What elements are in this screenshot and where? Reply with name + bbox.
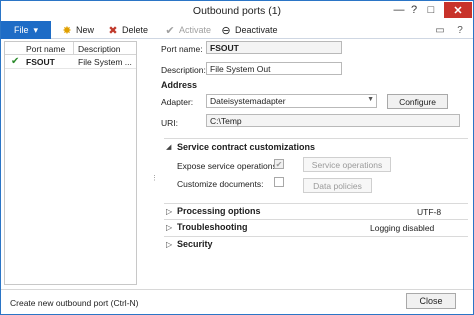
column-header-port-name[interactable]: Port name [26, 44, 65, 54]
file-menu-button[interactable]: File ▾ [1, 21, 51, 39]
expand-arrow-icon: ▷ [166, 207, 173, 216]
processing-options-title: Processing options [177, 206, 261, 216]
grid-header: Port name Description [5, 42, 136, 55]
collapse-arrow-icon[interactable]: ◢ [166, 143, 171, 151]
service-operations-button[interactable]: Service operations [303, 157, 391, 172]
table-row[interactable]: ✔ FSOUT File System ... [5, 55, 136, 69]
deactivate-label: Deactivate [235, 25, 278, 35]
column-header-description[interactable]: Description [78, 44, 121, 54]
deactivate-button[interactable]: ⊖ Deactivate [220, 23, 278, 37]
pane-splitter[interactable]: ⋮ [151, 175, 158, 191]
troubleshooting-summary: Logging disabled [370, 223, 435, 233]
active-check-icon: ✔ [11, 56, 20, 67]
activate-icon: ✔ [165, 24, 175, 37]
expose-operations-label: Expose service operations: [177, 161, 280, 171]
adapter-label: Adapter: [161, 97, 194, 107]
expand-arrow-icon: ▷ [166, 240, 173, 249]
troubleshooting-title: Troubleshooting [177, 222, 248, 232]
status-bar: Create new outbound port (Ctrl-N) Close [1, 289, 473, 314]
action-pane: File ▾ ✸ New ✖ Delete ✔ Activate ⊖ Deact… [1, 21, 473, 39]
deactivate-icon: ⊖ [221, 24, 231, 37]
ports-grid: Port name Description ✔ FSOUT File Syste… [4, 41, 137, 285]
close-button[interactable]: Close [406, 293, 456, 309]
fasttab-troubleshooting[interactable]: ▷ Troubleshooting Logging disabled [164, 219, 468, 235]
close-icon[interactable]: ✕ [444, 2, 472, 18]
outbound-ports-window: Outbound ports (1) — ? □ ✕ File ▾ ✸ New … [0, 0, 474, 315]
customize-documents-label: Customize documents: [177, 179, 264, 189]
processing-options-summary: UTF-8 [417, 207, 442, 217]
new-button[interactable]: ✸ New [61, 23, 94, 37]
description-label: Description: [161, 65, 206, 75]
delete-icon: ✖ [108, 24, 118, 37]
check-icon: ✔ [275, 159, 283, 169]
column-divider [73, 42, 74, 55]
expose-operations-checkbox[interactable]: ✔ [274, 159, 284, 169]
port-name-field[interactable]: FSOUT [206, 41, 342, 54]
data-policies-button[interactable]: Data policies [303, 178, 372, 193]
maximize-icon[interactable]: □ [419, 2, 443, 18]
help-icon[interactable]: ? [453, 24, 467, 36]
uri-label: URI: [161, 118, 178, 128]
delete-label: Delete [122, 25, 149, 35]
cell-description: File System ... [78, 57, 132, 67]
expand-arrow-icon: ▷ [166, 223, 173, 232]
activate-button[interactable]: ✔ Activate [164, 23, 211, 37]
cell-port-name: FSOUT [26, 57, 55, 67]
fasttab-processing-options[interactable]: ▷ Processing options UTF-8 [164, 203, 468, 219]
description-field[interactable]: File System Out [206, 62, 342, 75]
port-name-label: Port name: [161, 44, 203, 54]
status-text: Create new outbound port (Ctrl-N) [10, 298, 139, 308]
new-label: New [76, 25, 95, 35]
activate-label: Activate [179, 25, 212, 35]
adapter-value: Dateisystemadapter [210, 96, 286, 106]
chevron-down-icon: ▾ [33, 24, 39, 35]
configure-button[interactable]: Configure [387, 94, 448, 109]
chevron-down-icon: ▼ [367, 96, 374, 103]
uri-field[interactable]: C:\Temp [206, 114, 460, 127]
customize-documents-checkbox[interactable] [274, 177, 284, 187]
security-title: Security [177, 239, 213, 249]
fasttab-security[interactable]: ▷ Security [164, 236, 468, 252]
delete-button[interactable]: ✖ Delete [107, 23, 148, 37]
layout-icon[interactable]: ▭ [433, 24, 447, 36]
address-heading: Address [161, 80, 198, 90]
service-contract-title[interactable]: Service contract customizations [177, 142, 315, 152]
new-icon: ✸ [62, 24, 72, 37]
file-label: File [13, 25, 29, 35]
title-bar: Outbound ports (1) — ? □ ✕ [1, 1, 473, 21]
adapter-select[interactable]: Dateisystemadapter ▼ [206, 94, 377, 108]
